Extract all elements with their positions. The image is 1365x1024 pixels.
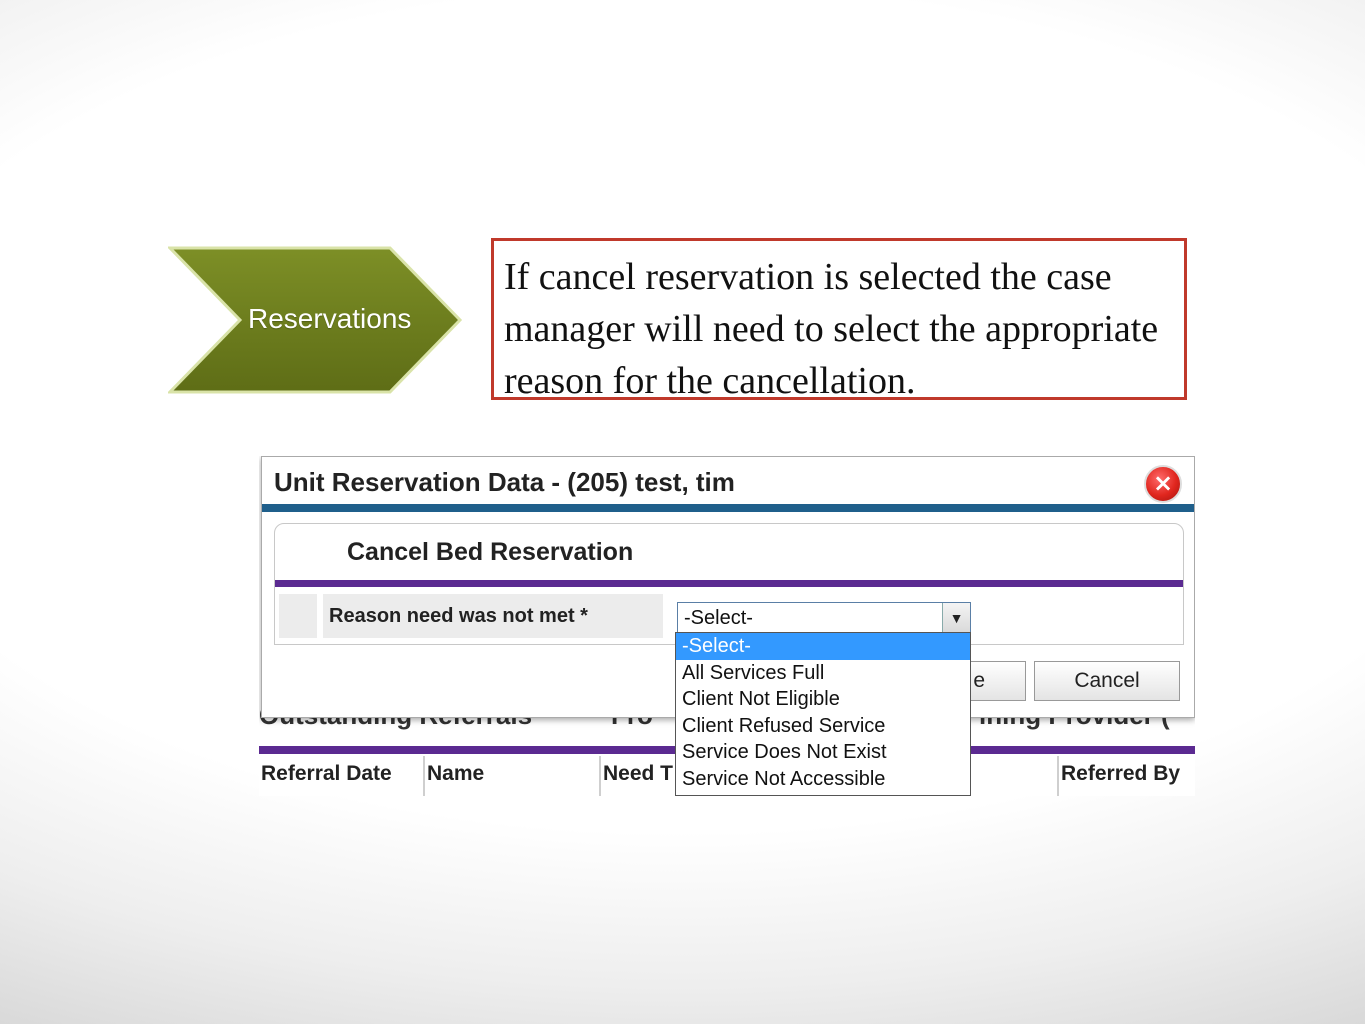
cancel-reservation-panel: Cancel Bed Reservation Reason need was n… xyxy=(274,523,1184,645)
option-select[interactable]: -Select- xyxy=(676,633,970,660)
dialog-title: Unit Reservation Data - (205) test, tim xyxy=(274,467,735,497)
reason-select[interactable]: -Select- ▼ xyxy=(677,602,971,634)
close-icon[interactable]: × xyxy=(1144,465,1182,503)
column-referral-date[interactable]: Referral Date xyxy=(259,756,425,796)
option-all-services-full[interactable]: All Services Full xyxy=(676,660,970,687)
dialog-title-bar xyxy=(262,504,1194,512)
row-stub xyxy=(279,594,317,638)
instruction-callout: If cancel reservation is selected the ca… xyxy=(491,238,1187,402)
column-name[interactable]: Name xyxy=(425,756,601,796)
option-service-not-accessible[interactable]: Service Not Accessible xyxy=(676,766,970,793)
reason-dropdown-list: -Select- All Services Full Client Not El… xyxy=(675,632,971,796)
option-client-not-eligible[interactable]: Client Not Eligible xyxy=(676,686,970,713)
screenshot-panel: Outstanding Referrals Fro ining Provider… xyxy=(259,456,1195,796)
panel-title: Cancel Bed Reservation xyxy=(347,538,634,566)
panel-accent-bar xyxy=(275,580,1183,587)
reason-field-label: Reason need was not met * xyxy=(323,594,663,638)
option-service-does-not-exist[interactable]: Service Does Not Exist xyxy=(676,739,970,766)
chevron-down-icon[interactable]: ▼ xyxy=(942,603,970,633)
chevron-label: Reservations xyxy=(248,303,412,334)
reason-select-value: -Select- xyxy=(684,607,753,629)
column-referred-by[interactable]: Referred By xyxy=(1059,756,1195,796)
cancel-button[interactable]: Cancel xyxy=(1034,661,1180,701)
option-client-refused-service[interactable]: Client Refused Service xyxy=(676,713,970,740)
